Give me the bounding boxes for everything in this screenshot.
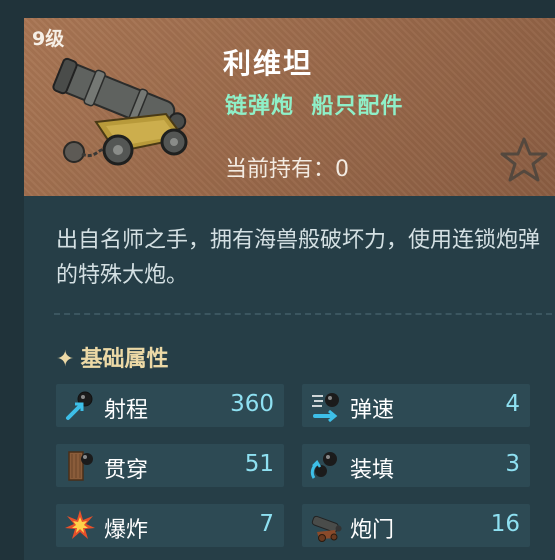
cannon-icon — [52, 57, 188, 166]
explosion-icon — [65, 510, 95, 539]
owned-value: 0 — [335, 157, 350, 182]
range-icon — [66, 391, 93, 420]
bullet-speed-icon — [312, 393, 339, 422]
stat-bullet-speed: 弹速 4 — [302, 384, 530, 427]
item-card: 9级 利维坦 链弹炮 船只配件 当前持有：0 出自名师之手，拥有海兽般破坏力，使… — [24, 18, 555, 560]
stat-value: 3 — [505, 451, 520, 477]
stat-cannon-port: 炮门 16 — [302, 504, 530, 547]
item-type: 链弹炮 船只配件 — [225, 94, 404, 119]
cannon-port-icon — [311, 515, 342, 542]
stat-value: 7 — [259, 511, 274, 537]
attributes-title-text: 基础属性 — [80, 347, 169, 372]
owned-label: 当前持有： — [225, 157, 336, 182]
stat-label: 爆炸 — [104, 518, 149, 543]
item-header: 9级 利维坦 链弹炮 船只配件 当前持有：0 — [24, 18, 555, 196]
stat-value: 51 — [244, 451, 274, 477]
reload-icon — [310, 452, 337, 479]
star-icon[interactable] — [499, 136, 549, 184]
stat-value: 16 — [490, 511, 520, 537]
owned-count: 当前持有：0 — [225, 151, 349, 183]
stat-reload: 装填 3 — [302, 444, 530, 487]
stat-value: 360 — [230, 391, 274, 417]
divider — [54, 313, 552, 315]
item-level: 9级 — [32, 28, 65, 50]
stat-label: 射程 — [104, 398, 149, 423]
sparkle-icon: ✦ — [56, 347, 75, 372]
attributes-title: ✦ 基础属性 — [56, 341, 168, 373]
item-description: 出自名师之手，拥有海兽般破坏力，使用连锁炮弹的特殊大炮。 — [56, 228, 541, 288]
stat-range: 射程 360 — [56, 384, 284, 427]
stat-label: 装填 — [350, 458, 395, 483]
penetration-icon — [68, 451, 93, 481]
item-name: 利维坦 — [223, 47, 314, 80]
stat-explosion: 爆炸 7 — [56, 504, 284, 547]
stat-label: 弹速 — [350, 398, 395, 423]
stat-penetration: 贯穿 51 — [56, 444, 284, 487]
stat-value: 4 — [505, 391, 520, 417]
stat-label: 炮门 — [350, 518, 395, 543]
stat-label: 贯穿 — [104, 458, 149, 483]
